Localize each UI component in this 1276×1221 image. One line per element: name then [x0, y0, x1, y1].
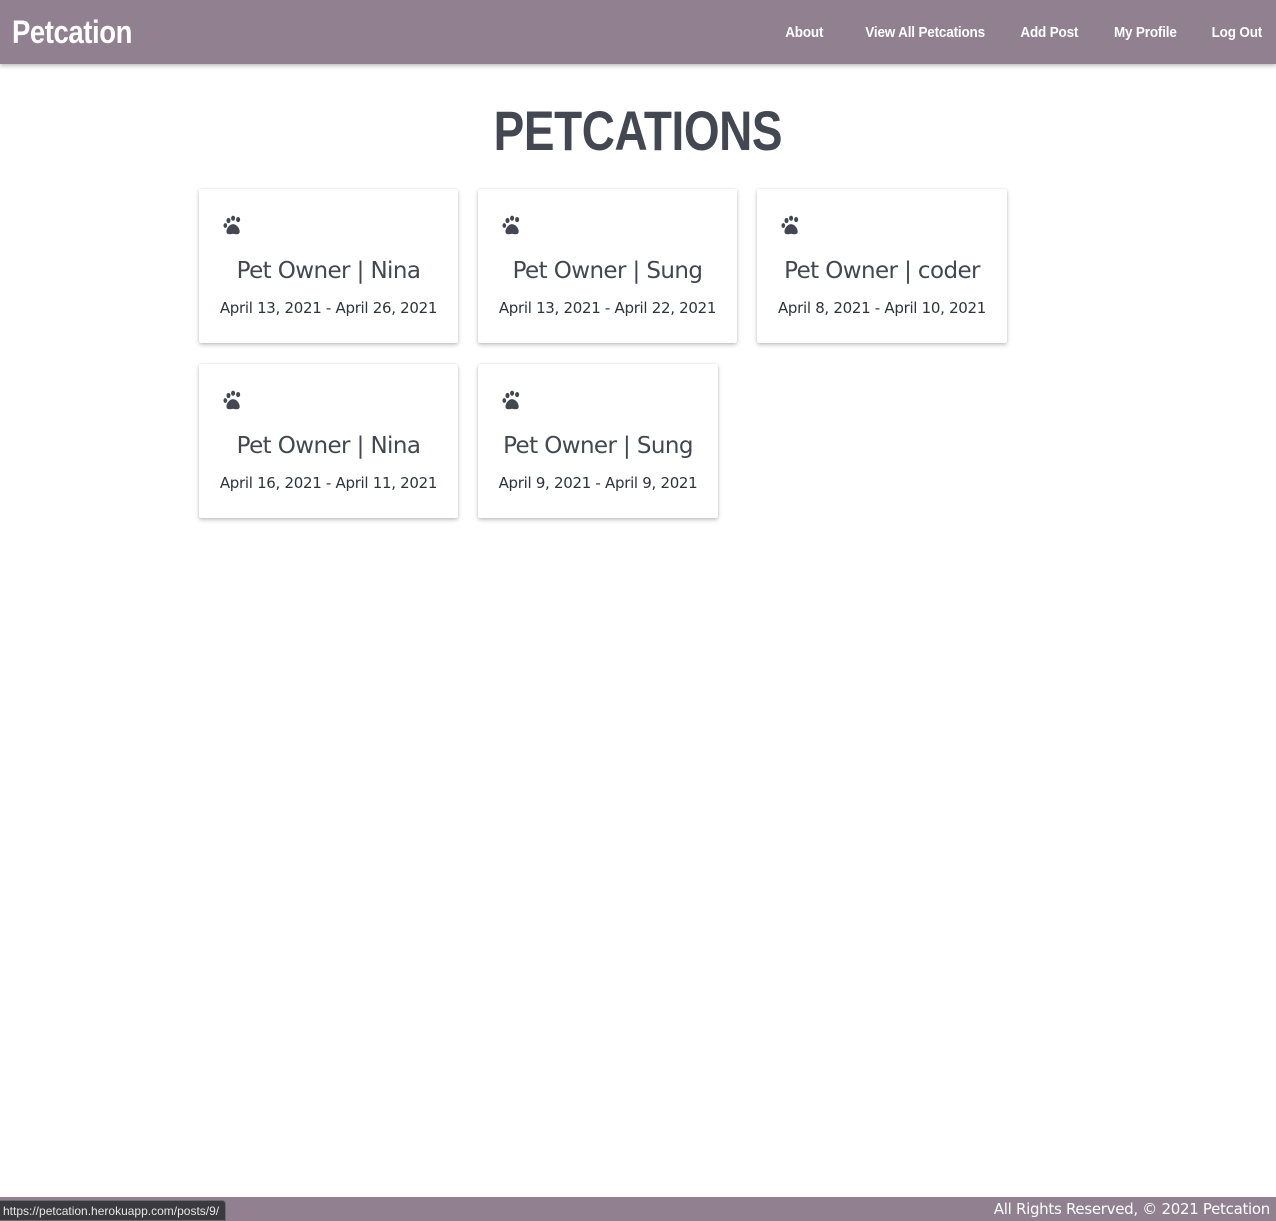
petcation-card[interactable]: Pet Owner | Sung April 13, 2021 - April …	[478, 189, 737, 343]
card-dates: April 13, 2021 - April 22, 2021	[498, 299, 717, 317]
navbar: Petcation About View All Petcations Add …	[0, 0, 1276, 64]
paw-icon	[502, 215, 520, 235]
card-owner: Pet Owner | Nina	[236, 258, 421, 284]
nav-link-about[interactable]: About	[785, 24, 823, 41]
petcation-card[interactable]: Pet Owner | coder April 8, 2021 - April …	[757, 189, 1007, 343]
page-title-text: PETCATIONS	[493, 99, 783, 162]
card-owner: Pet Owner | Sung	[503, 433, 693, 459]
footer-copyright: All Rights Reserved, © 2021 Petcation	[993, 1200, 1271, 1218]
paw-icon	[781, 215, 799, 235]
brand-logo[interactable]: Petcation	[12, 14, 132, 51]
card-owner: Pet Owner | coder	[784, 258, 980, 284]
nav-link-view-all-petcations[interactable]: View All Petcations	[865, 24, 985, 41]
card-owner: Pet Owner | Sung	[512, 258, 703, 284]
card-owner: Pet Owner | Nina	[236, 433, 421, 459]
card-dates: April 8, 2021 - April 10, 2021	[777, 299, 987, 317]
status-bar-url: https://petcation.herokuapp.com/posts/9/	[0, 1200, 227, 1221]
petcation-card[interactable]: Pet Owner | Nina April 13, 2021 - April …	[199, 189, 458, 343]
card-dates: April 16, 2021 - April 11, 2021	[219, 474, 438, 492]
nav-link-add-post[interactable]: Add Post	[1020, 24, 1078, 41]
paw-icon	[502, 390, 520, 410]
paw-icon	[223, 390, 241, 410]
card-dates: April 9, 2021 - April 9, 2021	[498, 474, 698, 492]
card-dates: April 13, 2021 - April 26, 2021	[219, 299, 438, 317]
page: Petcation About View All Petcations Add …	[0, 0, 1276, 1221]
paw-icon	[223, 215, 241, 235]
nav-link-log-out[interactable]: Log Out	[1212, 24, 1263, 41]
page-title: PETCATIONS	[0, 98, 1276, 163]
petcation-card[interactable]: Pet Owner | Nina April 16, 2021 - April …	[199, 364, 458, 518]
nav-links: About View All Petcations Add Post My Pr…	[752, 24, 1262, 41]
petcation-card[interactable]: Pet Owner | Sung April 9, 2021 - April 9…	[478, 364, 718, 518]
nav-link-my-profile[interactable]: My Profile	[1114, 24, 1177, 41]
